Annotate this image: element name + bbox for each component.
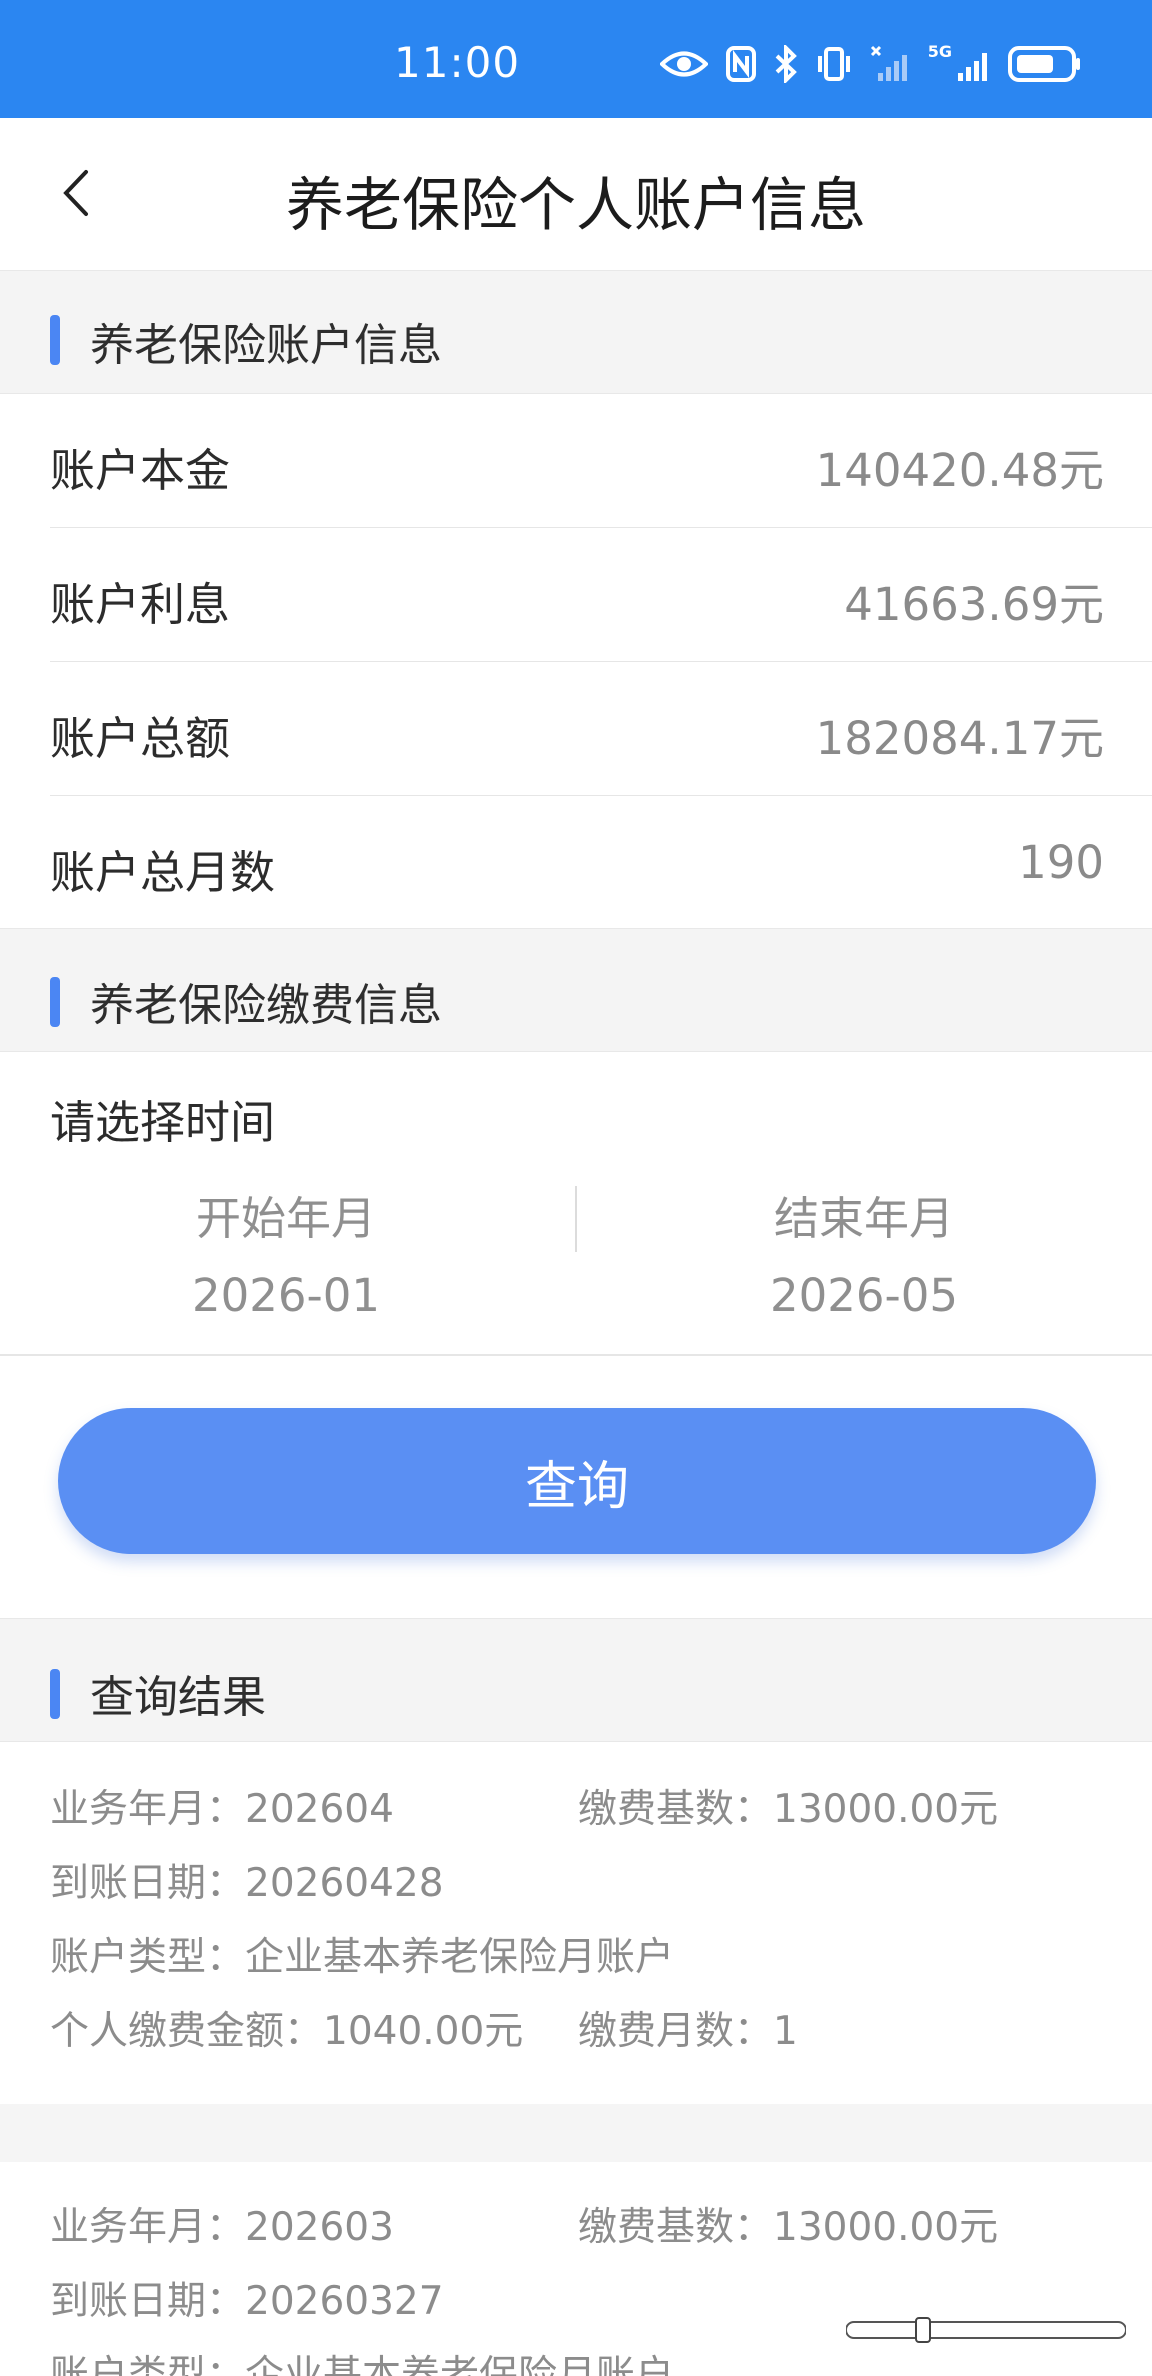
- info-label: 账户本金: [50, 444, 231, 497]
- section-accent-bar: [50, 977, 60, 1027]
- page-title: 养老保险个人账户信息: [285, 171, 866, 239]
- status-bar: 11:00 5G: [0, 0, 1152, 118]
- record-account-type: 账户类型：企业基本养老保险月账户: [50, 1935, 675, 1980]
- nfc-icon: [725, 46, 756, 82]
- record-months: 缴费月数：1: [578, 2009, 798, 2054]
- record-biz-month: 业务年月：202604: [50, 1787, 394, 1832]
- end-month-label: 结束年月: [773, 1192, 954, 1245]
- record-biz-month: 业务年月：202603: [50, 2205, 394, 2250]
- payment-date-card: 请选择时间 开始年月 2026-01 结束年月 2026-05: [0, 1052, 1152, 1356]
- query-button[interactable]: 查询: [58, 1408, 1096, 1554]
- result-record: 业务年月：202604 缴费基数：13000.00元 到账日期：20260428…: [0, 1742, 1152, 2104]
- select-time-label: 请选择时间: [50, 1096, 276, 1149]
- record-base: 缴费基数：13000.00元: [578, 2205, 999, 2250]
- info-value: 41663.69元: [844, 578, 1104, 631]
- end-month-value: 2026-05: [769, 1269, 959, 1322]
- bluetooth-icon: [775, 45, 797, 83]
- start-month-picker[interactable]: 开始年月 2026-01: [136, 1182, 436, 1322]
- record-base: 缴费基数：13000.00元: [578, 1787, 999, 1832]
- info-label: 账户总额: [50, 712, 231, 765]
- signal-sim2-icon: [958, 53, 987, 81]
- navigation-bar: 养老保险个人账户信息: [0, 118, 1152, 270]
- account-info-card: 账户本金 140420.48元 账户利息 41663.69元 账户总额 1820…: [0, 394, 1152, 928]
- info-row-total: 账户总额 182084.17元: [50, 662, 1152, 796]
- status-time: 11:00: [394, 38, 521, 87]
- section-header-account: 养老保险账户信息: [0, 270, 1152, 394]
- info-row-interest: 账户利息 41663.69元: [50, 528, 1152, 662]
- info-value: 140420.48元: [815, 444, 1104, 497]
- home-indicator-icon: [846, 2317, 1126, 2343]
- record-arrival-date: 到账日期：20260428: [50, 1861, 444, 1906]
- date-divider: [575, 1186, 577, 1252]
- end-month-picker[interactable]: 结束年月 2026-05: [714, 1182, 1014, 1322]
- info-row-months: 账户总月数 190: [50, 796, 1152, 930]
- status-icons: 5G: [659, 42, 1082, 84]
- record-amount: 个人缴费金额：1040.00元: [50, 2009, 524, 2054]
- info-label: 账户总月数: [50, 846, 276, 899]
- vibrate-icon: [817, 47, 850, 81]
- section-header-payment: 养老保险缴费信息: [0, 928, 1152, 1052]
- section-header-results: 查询结果: [0, 1618, 1152, 1742]
- network-type-label: 5G: [927, 42, 952, 61]
- section-accent-bar: [50, 1669, 60, 1719]
- section-title-account: 养老保险账户信息: [90, 320, 442, 371]
- info-label: 账户利息: [50, 578, 231, 631]
- start-month-value: 2026-01: [191, 1269, 381, 1322]
- info-row-principal: 账户本金 140420.48元: [50, 394, 1152, 528]
- record-arrival-date: 到账日期：20260327: [50, 2279, 444, 2324]
- info-value: 190: [1018, 836, 1104, 889]
- section-title-payment: 养老保险缴费信息: [90, 980, 442, 1031]
- section-accent-bar: [50, 315, 60, 365]
- battery-icon: [1008, 46, 1080, 82]
- info-value: 182084.17元: [815, 712, 1104, 765]
- signal-sim1-icon: [870, 45, 907, 81]
- eye-icon: [659, 51, 708, 77]
- record-account-type: 账户类型：企业基本养老保险月账户: [50, 2353, 675, 2376]
- query-area: 查询: [0, 1356, 1152, 1618]
- start-month-label: 开始年月: [195, 1192, 376, 1245]
- section-title-results: 查询结果: [90, 1672, 266, 1723]
